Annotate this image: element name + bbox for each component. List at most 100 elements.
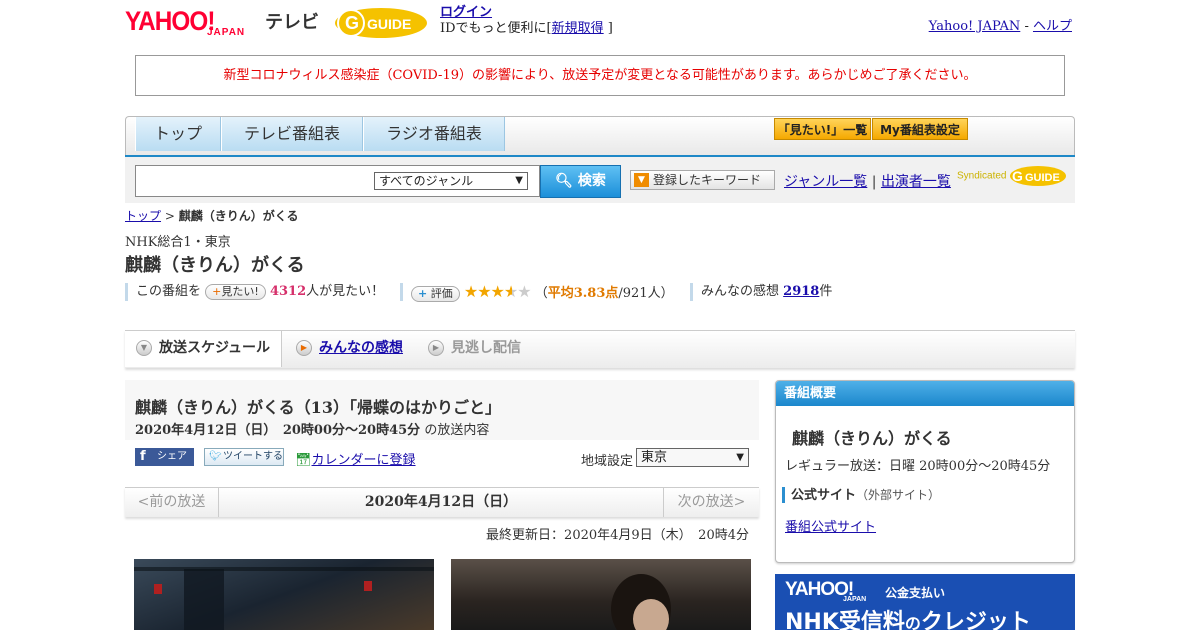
registered-keyword-button[interactable]: ▼ 登録したキーワード bbox=[630, 170, 775, 190]
plus-icon: + bbox=[212, 284, 222, 298]
my-schedule-button[interactable]: My番組表設定 bbox=[872, 118, 968, 140]
performer-list-link[interactable]: 出演者一覧 bbox=[881, 174, 951, 190]
impressions-suffix: 件 bbox=[819, 284, 833, 299]
date-nav: <前の放送 2020年4月12日（日） 次の放送> bbox=[125, 487, 759, 517]
program-subtabs: ▼ 放送スケジュール ▶ みんなの感想 ▶ 見逃し配信 bbox=[125, 330, 1075, 368]
gguide-logo-text: GUIDE bbox=[367, 16, 411, 32]
id-text-suffix: ] bbox=[607, 21, 613, 36]
registered-keyword-label: 登録したキーワード bbox=[653, 173, 762, 187]
average-score: 平均3.83点 bbox=[547, 286, 619, 301]
play-icon: ▶ bbox=[428, 340, 444, 356]
breadcrumb: トップ > 麒麟（きりん）がくる bbox=[125, 207, 299, 224]
gguide-small-logo: GUIDE G bbox=[1010, 166, 1067, 186]
svg-text:G: G bbox=[1012, 168, 1023, 184]
search-icon: 🔍︎ bbox=[555, 173, 573, 189]
stats-divider bbox=[400, 283, 403, 301]
ad-banner[interactable]: YAHOO! JAPAN 公金支払い NHK受信料のクレジット bbox=[775, 574, 1075, 630]
tab-schedule-label: 放送スケジュール bbox=[159, 340, 271, 356]
mitai-count: 4312 bbox=[269, 284, 307, 299]
covid-notice: 新型コロナウィルス感染症（COVID-19）の影響により、放送予定が変更となる可… bbox=[135, 55, 1065, 96]
episode-image-1 bbox=[134, 559, 434, 630]
official-site-label: 公式サイト bbox=[791, 488, 857, 503]
top-right-links: Yahoo! JAPAN - ヘルプ bbox=[929, 15, 1072, 34]
svg-text:G: G bbox=[345, 13, 359, 33]
ad-payment-label: 公金支払い bbox=[885, 586, 946, 600]
syndicated-gguide-logo: Syndicated GUIDE G bbox=[957, 165, 1067, 187]
search-button[interactable]: 🔍︎ 検索 bbox=[540, 165, 621, 198]
summary-regular-broadcast: レギュラー放送：日曜 20時00分～20時45分 bbox=[785, 459, 1051, 474]
mitai-button[interactable]: +見たい! bbox=[205, 283, 266, 300]
yahoo-logo[interactable]: YAHOO! bbox=[125, 6, 215, 37]
star-full-icons: ★★★ bbox=[463, 282, 505, 301]
rating-group: + 評価 ★★★★★ （平均3.83点/921人） bbox=[411, 283, 674, 303]
login-area: ログイン IDでもっと便利に[新規取得 ] bbox=[440, 5, 613, 37]
nav-tab-top[interactable]: トップ bbox=[135, 117, 221, 151]
star-empty-icon: ★ bbox=[517, 282, 531, 301]
ad-headline-particle: の bbox=[904, 614, 921, 630]
twitter-icon: 🐦︎ bbox=[209, 451, 222, 462]
episode-image-1-art bbox=[134, 567, 434, 630]
search-row: すべてのジャンル ▼ 🔍︎ 検索 ▼ 登録したキーワード ジャンル一覧 | 出演… bbox=[125, 157, 1075, 203]
genre-list-link[interactable]: ジャンル一覧 bbox=[784, 174, 867, 190]
yahoo-japan-link[interactable]: Yahoo! JAPAN bbox=[929, 19, 1021, 34]
help-link[interactable]: ヘルプ bbox=[1033, 19, 1072, 34]
genre-select[interactable]: すべてのジャンル ▼ bbox=[374, 172, 528, 190]
play-icon: ▶ bbox=[296, 340, 312, 356]
tab-schedule[interactable]: ▼ 放送スケジュール bbox=[125, 331, 282, 367]
rate-button[interactable]: + 評価 bbox=[411, 285, 460, 302]
mitai-prefix: この番組を bbox=[136, 284, 202, 299]
signup-link[interactable]: 新規取得 bbox=[552, 21, 604, 36]
mitai-list-button[interactable]: 「見たい!」一覧 bbox=[774, 118, 871, 140]
tab-vod[interactable]: ▶ 見逃し配信 bbox=[417, 331, 547, 367]
svg-text:GUIDE: GUIDE bbox=[1025, 172, 1060, 184]
gguide-logo[interactable]: G GUIDE bbox=[333, 6, 433, 40]
tab-impressions-label: みんなの感想 bbox=[319, 340, 403, 356]
chevron-down-icon: ▼ bbox=[136, 340, 152, 356]
mitai-group: この番組を +見たい! 4312人が見たい！ bbox=[136, 283, 384, 301]
calendar-register[interactable]: 📅︎カレンダーに登録 bbox=[295, 449, 416, 468]
id-text-prefix: IDでもっと便利に[ bbox=[440, 21, 552, 36]
tab-impressions[interactable]: ▶ みんなの感想 bbox=[285, 331, 415, 367]
impressions-prefix: みんなの感想 bbox=[701, 284, 780, 299]
region-select[interactable]: 東京 ▼ bbox=[636, 448, 749, 467]
login-link[interactable]: ログイン bbox=[440, 5, 492, 20]
tweet-button[interactable]: 🐦︎ ツイートする bbox=[204, 448, 284, 466]
breadcrumb-home[interactable]: トップ bbox=[125, 209, 161, 223]
main-nav: トップ テレビ番組表 ラジオ番組表 「見たい!」一覧 My番組表設定 bbox=[125, 116, 1075, 160]
region-select-value: 東京 bbox=[641, 450, 668, 465]
impressions-count-link[interactable]: 2918 bbox=[783, 284, 819, 299]
episode-datetime: 2020年4月12日（日） 20時00分～20時45分 bbox=[135, 423, 421, 438]
summary-title: 麒麟（きりん）がくる bbox=[792, 429, 952, 448]
official-site-link[interactable]: 番組公式サイト bbox=[785, 516, 876, 535]
yahoo-japan-text: JAPAN bbox=[207, 27, 246, 38]
current-broadcast-date: 2020年4月12日（日） bbox=[364, 494, 518, 510]
breadcrumb-separator: > bbox=[164, 209, 175, 223]
next-broadcast-button[interactable]: 次の放送> bbox=[663, 488, 759, 517]
mitai-suffix: 人が見たい！ bbox=[306, 284, 385, 299]
stats-divider bbox=[690, 283, 693, 301]
episode-image-2 bbox=[451, 559, 751, 630]
page-title: 麒麟（きりん）がくる bbox=[125, 255, 305, 276]
genre-select-value: すべてのジャンル bbox=[379, 174, 474, 188]
rating-count: /921人 bbox=[618, 286, 661, 301]
calendar-register-link: カレンダーに登録 bbox=[311, 453, 416, 468]
genre-links: ジャンル一覧 | 出演者一覧 bbox=[784, 171, 951, 191]
nav-tab-tv[interactable]: テレビ番組表 bbox=[221, 117, 363, 151]
genre-links-divider: | bbox=[871, 174, 877, 190]
tweet-label: ツイートする bbox=[223, 451, 283, 462]
station-label: NHK総合1・東京 bbox=[125, 235, 231, 250]
dropdown-arrow-icon: ▼ bbox=[634, 173, 649, 187]
breadcrumb-current: 麒麟（きりん）がくる bbox=[178, 209, 299, 223]
star-half-icon: ★ bbox=[503, 282, 518, 301]
nav-tab-radio[interactable]: ラジオ番組表 bbox=[363, 117, 505, 151]
syndicated-text: Syndicated bbox=[957, 170, 1007, 182]
prev-broadcast-button[interactable]: <前の放送 bbox=[125, 488, 219, 517]
program-summary-panel: 番組概要 麒麟（きりん）がくる レギュラー放送：日曜 20時00分～20時45分… bbox=[775, 380, 1075, 563]
ad-headline-prefix: NHK受信料 bbox=[785, 610, 905, 630]
star-rating: ★★★★★ bbox=[463, 282, 532, 301]
episode-date: 2020年4月12日（日） 20時00分～20時45分 の放送内容 bbox=[135, 419, 489, 438]
facebook-share-button[interactable]: f シェア bbox=[135, 448, 194, 466]
official-site-note: （外部サイト） bbox=[856, 488, 941, 502]
mitai-button-label: 見たい! bbox=[221, 284, 259, 298]
tv-logo-text[interactable]: テレビ bbox=[265, 8, 319, 34]
